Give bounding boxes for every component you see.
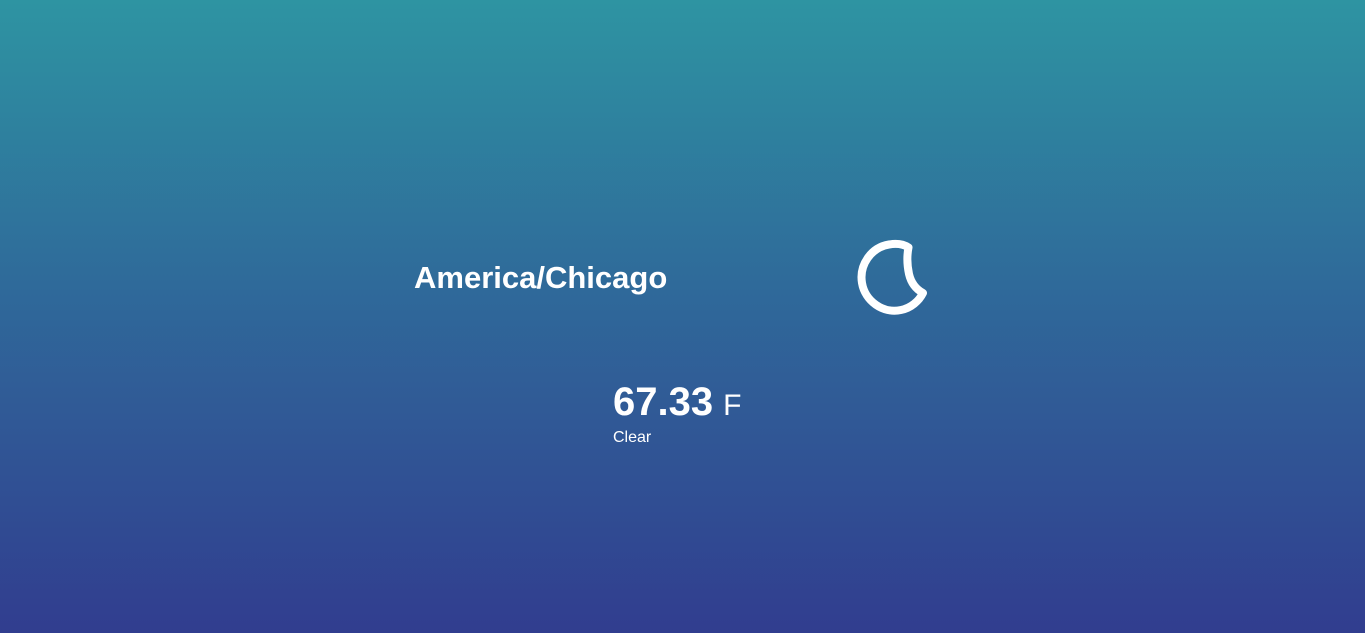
temperature-value: 67.33	[613, 380, 714, 424]
moon-icon	[849, 238, 933, 322]
weather-description: Clear	[613, 429, 652, 446]
moon-icon-graphic	[857, 239, 927, 315]
temperature-readout: 67.33 F	[613, 378, 741, 426]
location-timezone: America/Chicago	[414, 260, 668, 295]
weather-app: { "location": { "timezone": "America/Chi…	[0, 0, 1365, 633]
temperature-unit: F	[723, 389, 742, 422]
